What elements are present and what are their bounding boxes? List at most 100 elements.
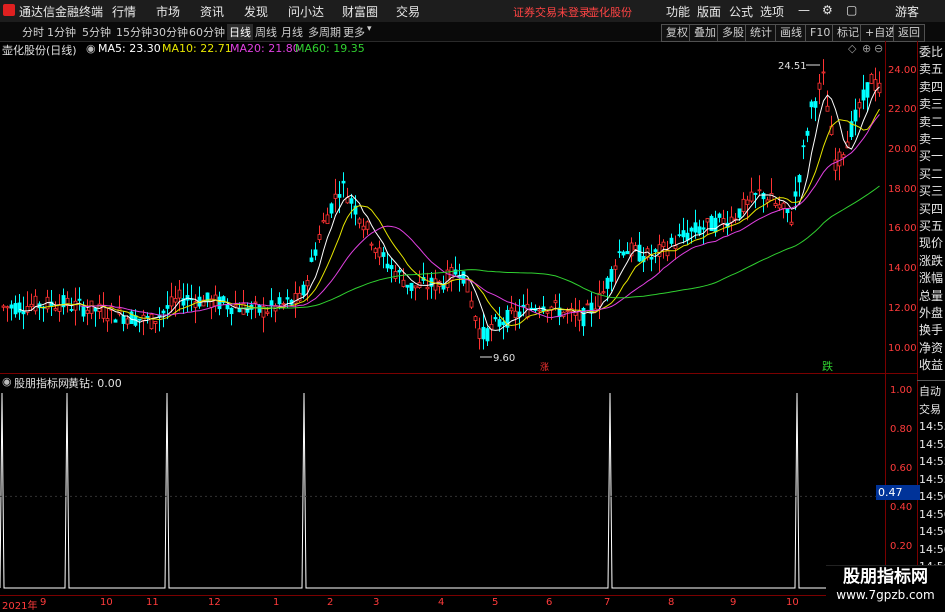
candle-body: [425, 286, 430, 290]
candle-body: [149, 313, 154, 330]
candle-body: [565, 310, 570, 313]
candle-body: [605, 277, 610, 289]
fall-tag: 跌: [822, 359, 833, 373]
candle-body: [801, 145, 806, 148]
candle-body: [773, 202, 778, 206]
quote-field-label: 买五: [919, 219, 944, 233]
candle-body: [173, 298, 178, 303]
trade-tick-label: 14:55: [919, 472, 945, 486]
period-tab-timeshare[interactable]: 分时: [22, 24, 44, 40]
candle-body: [285, 297, 290, 300]
menu-item-market[interactable]: 市场: [156, 3, 180, 20]
period-tab-5min[interactable]: 5分钟: [82, 24, 111, 40]
candlestick-chart[interactable]: 24.51 9.60 涨 跌: [0, 55, 885, 385]
minimize-icon[interactable]: —: [798, 3, 810, 17]
price-axis-label: 24.00: [888, 65, 917, 76]
right-panel-divider: [917, 41, 918, 609]
chart-settings-icon[interactable]: ◉: [86, 42, 96, 55]
menu-item-layout[interactable]: 版面: [697, 3, 721, 20]
candle-body: [761, 193, 766, 200]
price-axis-label: 16.00: [888, 223, 917, 234]
f10-button[interactable]: F10: [805, 24, 836, 42]
candle-body: [361, 225, 366, 231]
candle-body: [705, 218, 710, 223]
indicator-chart[interactable]: [0, 385, 885, 595]
lower-panel-divider: [917, 380, 945, 381]
candle-body: [69, 309, 74, 311]
period-toolbar: 分时 1分钟 5分钟 15分钟 30分钟 60分钟 日线 周线 月线 多周期 更…: [0, 22, 945, 42]
candle-body: [73, 300, 78, 311]
trade-tick-label: 14:55: [919, 420, 945, 433]
period-tab-15min[interactable]: 15分钟: [116, 24, 152, 40]
candle-body: [713, 217, 718, 233]
candle-body: [825, 105, 830, 112]
candle-body: [473, 316, 478, 321]
date-month-label: 11: [146, 597, 159, 608]
candle-body: [717, 213, 722, 218]
quote-field-label: 委比: [919, 45, 944, 59]
period-tab-daily[interactable]: 日线: [227, 24, 253, 40]
quote-field-label: 卖二: [919, 114, 944, 129]
quote-field-label: 卖五: [919, 62, 944, 77]
candle-body: [805, 130, 810, 136]
candle-body: [681, 230, 686, 238]
candle-body: [393, 271, 398, 279]
app-title: 通达信金融终端: [19, 5, 104, 19]
candle-body: [225, 304, 230, 310]
period-tab-more[interactable]: 更多: [343, 24, 365, 40]
candle-body: [381, 252, 386, 257]
quote-field-label: 净资: [919, 340, 944, 355]
guest-label[interactable]: 游客: [895, 3, 919, 20]
statistics-button[interactable]: 统计: [745, 24, 777, 42]
candle-body: [753, 193, 758, 195]
menu-item-ask[interactable]: 问小达: [288, 3, 324, 20]
candle-body: [865, 82, 870, 98]
period-tab-30min[interactable]: 30分钟: [152, 24, 188, 40]
date-month-label: 3: [373, 597, 380, 608]
candle-body: [673, 245, 678, 249]
candle-body: [685, 232, 690, 241]
menu-item-function[interactable]: 功能: [666, 3, 690, 20]
indicator-line: [0, 392, 885, 589]
login-notice[interactable]: 证券交易未登录: [513, 4, 590, 20]
chevron-down-icon[interactable]: ▾: [367, 24, 372, 34]
zoom-in-icon[interactable]: ⊕: [862, 42, 871, 55]
settings-icon[interactable]: ⚙: [822, 3, 833, 17]
period-tab-weekly[interactable]: 周线: [255, 24, 277, 40]
maximize-icon[interactable]: ▢: [846, 3, 857, 17]
period-tab-60min[interactable]: 60分钟: [189, 24, 225, 40]
menu-item-wealth[interactable]: 财富圈: [342, 3, 378, 20]
zoom-out-icon[interactable]: ⊖: [874, 42, 883, 55]
candle-body: [373, 248, 378, 253]
indicator-axis-label: 0.20: [890, 541, 913, 552]
trade-tick-label: 自动: [919, 385, 941, 398]
menu-item-options[interactable]: 选项: [760, 3, 784, 20]
diamond-icon[interactable]: ◇: [848, 42, 856, 55]
candle-body: [177, 289, 182, 299]
back-button[interactable]: 返回: [893, 24, 925, 42]
menu-item-news[interactable]: 资讯: [200, 3, 224, 20]
candle-body: [89, 300, 94, 314]
menu-item-discover[interactable]: 发现: [244, 3, 268, 20]
candle-body: [405, 284, 410, 288]
price-axis-label: 22.00: [888, 104, 917, 115]
menu-item-quotes[interactable]: 行情: [112, 3, 136, 20]
quote-field-label: 收益: [919, 358, 944, 373]
draw-line-button[interactable]: 画线: [775, 24, 807, 42]
menu-item-formula[interactable]: 公式: [729, 3, 753, 20]
candle-body: [493, 317, 498, 320]
date-month-label: 1: [273, 597, 280, 608]
period-tab-1min[interactable]: 1分钟: [47, 24, 76, 40]
quote-field-label: 卖四: [919, 79, 944, 94]
candle-body: [465, 279, 470, 293]
stock-name-header: 壶化股份: [588, 6, 632, 19]
candle-body: [33, 295, 38, 312]
candle-body: [789, 221, 794, 225]
candle-body: [385, 263, 390, 269]
axis-divider-main: [885, 41, 886, 596]
period-tab-monthly[interactable]: 月线: [281, 24, 303, 40]
date-month-label: 7: [604, 597, 611, 608]
menu-item-trade[interactable]: 交易: [396, 3, 420, 20]
period-tab-multi[interactable]: 多周期: [308, 24, 341, 40]
candle-body: [265, 311, 270, 314]
